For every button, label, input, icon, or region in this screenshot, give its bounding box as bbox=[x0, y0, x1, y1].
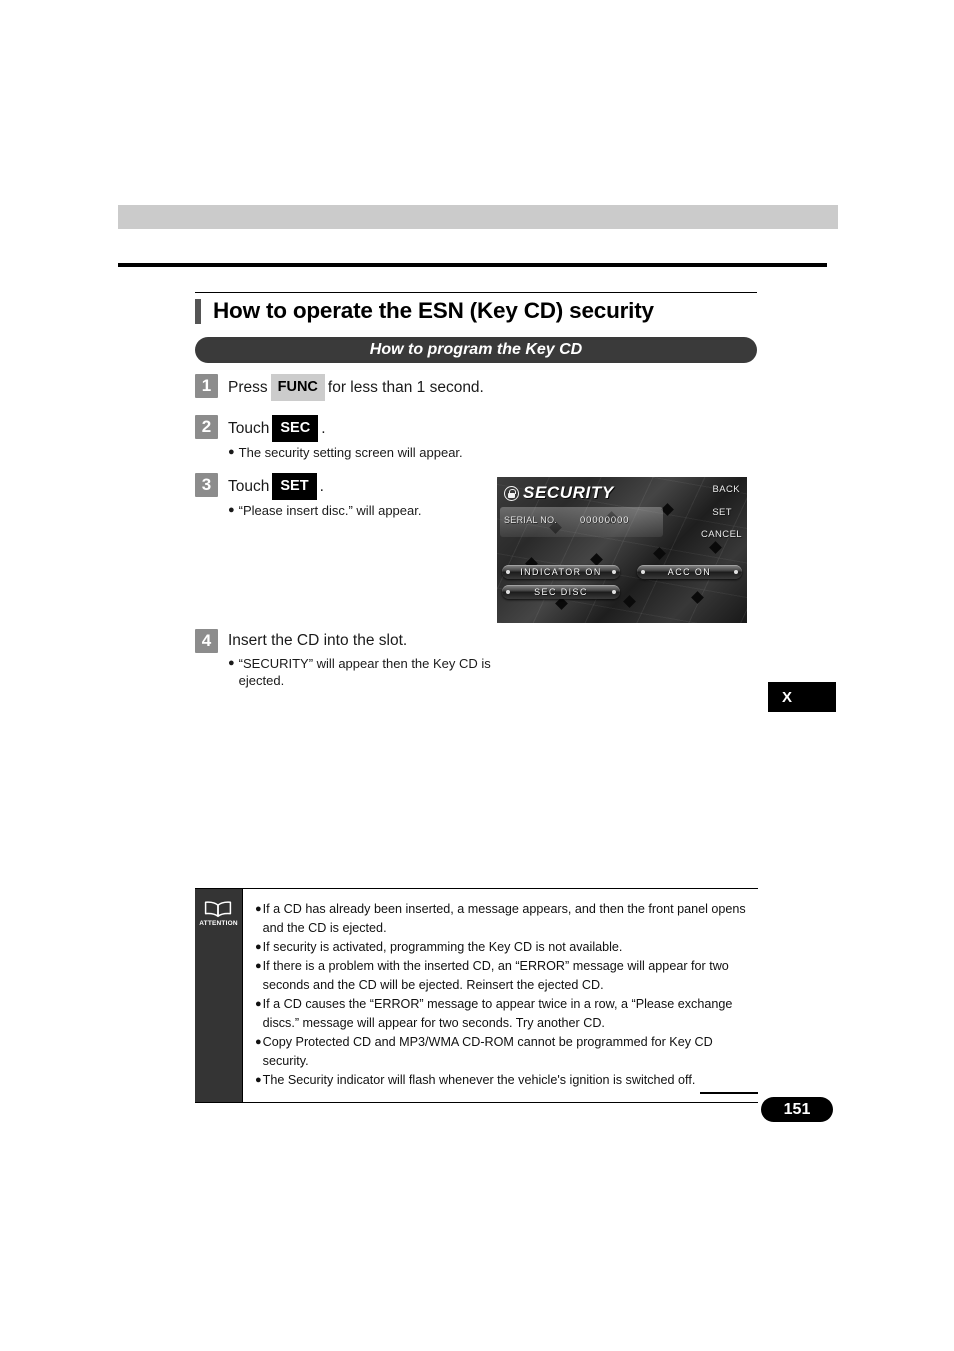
page-number-label: 151 bbox=[783, 1100, 811, 1118]
attention-item-text: If a CD causes the “ERROR” message to ap… bbox=[262, 997, 733, 1030]
screen-cancel-button[interactable]: CANCEL bbox=[701, 529, 742, 540]
attention-item: ● If there is a problem with the inserte… bbox=[255, 957, 752, 995]
subsection-heading-label: How to program the Key CD bbox=[369, 341, 583, 358]
step-number-badge: 4 bbox=[195, 629, 218, 653]
step-text-before: Press bbox=[228, 379, 268, 396]
step-note: ● “SECURITY” will appear then the Key CD… bbox=[228, 655, 755, 689]
step-text-after: . bbox=[321, 420, 326, 437]
open-book-icon bbox=[205, 901, 232, 918]
attention-items-list: ● If a CD has already been inserted, a m… bbox=[243, 889, 758, 1102]
bullet-dot-icon: ● bbox=[228, 504, 235, 516]
bullet-dot-icon: ● bbox=[255, 998, 262, 1010]
set-key-label[interactable]: SET bbox=[272, 473, 317, 500]
page-title: How to operate the ESN (Key CD) security bbox=[213, 298, 654, 323]
step-number-badge: 1 bbox=[195, 374, 218, 398]
bullet-dot-icon: ● bbox=[255, 1074, 262, 1086]
attention-icon-column: ATTENTION bbox=[195, 889, 243, 1102]
screen-acc-on-button[interactable]: ACC ON bbox=[637, 565, 742, 579]
screen-title-group: SECURITY bbox=[504, 483, 614, 503]
step-instruction: Press FUNC for less than 1 second. bbox=[228, 374, 484, 401]
screen-back-button[interactable]: BACK bbox=[713, 484, 740, 495]
section-title-block: How to operate the ESN (Key CD) security bbox=[195, 292, 757, 324]
serial-number-value: 00000000 bbox=[580, 515, 630, 526]
bullet-dot-icon: ● bbox=[255, 941, 262, 953]
bullet-dot-icon: ● bbox=[255, 1036, 262, 1048]
screen-acc-on-label: ACC ON bbox=[667, 567, 712, 577]
step-header: 4 Insert the CD into the slot. bbox=[195, 629, 755, 653]
attention-item: ● The Security indicator will flash when… bbox=[255, 1071, 752, 1090]
page-number-rule bbox=[700, 1092, 758, 1094]
step-item: 4 Insert the CD into the slot. ● “SECURI… bbox=[195, 629, 755, 689]
step-text-before: Touch bbox=[228, 478, 270, 495]
bullet-dot-icon: ● bbox=[255, 903, 262, 915]
attention-item-text: If a CD has already been inserted, a mes… bbox=[262, 902, 746, 935]
screen-title: SECURITY bbox=[523, 483, 614, 502]
step-text-after: for less than 1 second. bbox=[327, 379, 484, 396]
step-instruction: Insert the CD into the slot. bbox=[228, 632, 408, 649]
screen-sec-disc-button[interactable]: SEC DISC bbox=[502, 585, 620, 599]
page-number-badge: 151 bbox=[761, 1097, 833, 1122]
step-instruction: Touch SEC. bbox=[228, 415, 326, 442]
title-row: How to operate the ESN (Key CD) security bbox=[195, 298, 757, 324]
step-item: 1 Press FUNC for less than 1 second. bbox=[195, 374, 755, 401]
step-note-text: “Please insert disc.” will appear. bbox=[238, 503, 422, 518]
attention-book-icon: ATTENTION bbox=[199, 901, 238, 1102]
step-note: ● The security setting screen will appea… bbox=[228, 444, 755, 461]
security-screen-illustration: SECURITY SERIAL NO. 00000000 BACK SET CA… bbox=[497, 477, 747, 623]
step-text-after: . bbox=[319, 478, 324, 495]
sec-key-label[interactable]: SEC bbox=[272, 415, 319, 442]
header-rule bbox=[118, 263, 827, 267]
step-number-badge: 2 bbox=[195, 415, 218, 439]
attention-item: ● If security is activated, programming … bbox=[255, 938, 752, 957]
step-header: 2 Touch SEC. bbox=[195, 415, 755, 442]
step-number-badge: 3 bbox=[195, 473, 218, 497]
bullet-dot-icon: ● bbox=[228, 446, 235, 458]
header-gray-band bbox=[118, 205, 838, 229]
step-header: 1 Press FUNC for less than 1 second. bbox=[195, 374, 755, 401]
step-instruction: Touch SET. bbox=[228, 473, 324, 500]
title-accent-bar bbox=[195, 298, 201, 324]
screen-sec-disc-label: SEC DISC bbox=[534, 587, 588, 597]
step-note-text: “SECURITY” will appear then the Key CD i… bbox=[238, 656, 491, 688]
step-text-before: Touch bbox=[228, 420, 270, 437]
serial-number-label: SERIAL NO. bbox=[504, 515, 558, 525]
step-item: 2 Touch SEC. ● The security setting scree… bbox=[195, 415, 755, 461]
screen-indicator-on-label: INDICATOR ON bbox=[520, 567, 602, 577]
subsection-heading: How to program the Key CD bbox=[195, 337, 757, 363]
attention-item-text: The Security indicator will flash whenev… bbox=[262, 1073, 696, 1087]
chapter-thumb-index-label: X bbox=[782, 688, 793, 706]
step-notes: ● The security setting screen will appea… bbox=[228, 444, 755, 461]
screen-indicator-on-button[interactable]: INDICATOR ON bbox=[502, 565, 620, 579]
bullet-dot-icon: ● bbox=[228, 657, 235, 669]
attention-item: ● If a CD causes the “ERROR” message to … bbox=[255, 995, 752, 1033]
attention-item-text: If there is a problem with the inserted … bbox=[262, 959, 729, 992]
screen-set-button[interactable]: SET bbox=[712, 507, 732, 518]
lock-icon bbox=[504, 485, 519, 501]
attention-label: ATTENTION bbox=[199, 920, 238, 927]
attention-note-box: ATTENTION ● If a CD has already been ins… bbox=[195, 888, 758, 1103]
attention-item: ● If a CD has already been inserted, a m… bbox=[255, 900, 752, 938]
attention-item: ● Copy Protected CD and MP3/WMA CD-ROM c… bbox=[255, 1033, 752, 1071]
step-note-text: The security setting screen will appear. bbox=[238, 445, 463, 460]
title-hairline bbox=[195, 292, 757, 293]
func-key-label[interactable]: FUNC bbox=[270, 374, 325, 401]
bullet-dot-icon: ● bbox=[255, 960, 262, 972]
attention-item-text: If security is activated, programming th… bbox=[262, 940, 623, 954]
attention-item-text: Copy Protected CD and MP3/WMA CD-ROM can… bbox=[262, 1035, 713, 1068]
chapter-thumb-index: X bbox=[768, 682, 836, 712]
step-notes: ● “SECURITY” will appear then the Key CD… bbox=[228, 655, 755, 689]
